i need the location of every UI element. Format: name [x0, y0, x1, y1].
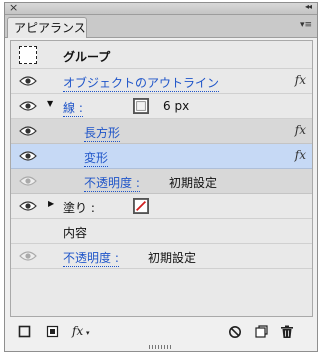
tab-appearance[interactable]: アピアランス [7, 17, 87, 38]
stroke-swatch-icon[interactable] [133, 98, 149, 114]
outline-effect-row[interactable]: オブジェクトのアウトライン fx [11, 69, 312, 94]
disclosure-triangle-icon[interactable]: ▶ [48, 199, 54, 208]
panel-title-strip: × ◂◂ [5, 1, 317, 15]
eye-icon-disabled[interactable] [19, 250, 37, 262]
outline-effect-link[interactable]: オブジェクトのアウトライン [63, 74, 220, 92]
group-thumbnail [19, 46, 37, 64]
trash-icon[interactable] [280, 325, 294, 339]
appearance-panel: × ◂◂ アピアランス ▾≡ グループ オブジェクトのアウトライン fx ▼ 線… [4, 1, 318, 352]
new-stroke-icon[interactable] [18, 325, 32, 339]
appearance-list: グループ オブジェクトのアウトライン fx ▼ 線 : 6 px 長方形 fx … [10, 40, 313, 317]
opacity-value: 初期設定 [148, 251, 197, 265]
content-row[interactable]: 内容 [11, 219, 312, 244]
eye-icon[interactable] [19, 100, 37, 112]
stroke-weight-value[interactable]: 6 px [163, 99, 189, 113]
fx-menu-icon[interactable]: fx [72, 324, 83, 338]
content-label: 内容 [63, 226, 88, 240]
rectangle-effect-link[interactable]: 長方形 [84, 124, 121, 142]
clear-appearance-icon[interactable] [228, 325, 242, 339]
panel-footer-toolbar: fx ▾ [10, 323, 313, 343]
panel-tab-bar: アピアランス ▾≡ [5, 15, 317, 38]
resize-grip[interactable] [149, 345, 173, 349]
fill-label: 塗り : [63, 201, 95, 215]
collapse-panel-button[interactable]: ◂◂ [305, 2, 312, 11]
eye-icon[interactable] [19, 75, 37, 87]
eye-icon-disabled[interactable] [19, 175, 37, 187]
opacity-row[interactable]: 不透明度 : 初期設定 [11, 244, 312, 269]
stroke-link[interactable]: 線 : [63, 99, 83, 117]
new-fill-icon[interactable] [46, 325, 60, 339]
fill-none-swatch-icon[interactable] [133, 198, 149, 214]
group-label: グループ [63, 50, 111, 64]
duplicate-item-icon[interactable] [254, 325, 268, 339]
fx-icon: fx [294, 148, 306, 162]
transform-effect-row[interactable]: 変形 fx [11, 144, 312, 169]
eye-icon[interactable] [19, 200, 37, 212]
eye-icon[interactable] [19, 150, 37, 162]
stroke-opacity-link[interactable]: 不透明度 : [84, 174, 140, 192]
rectangle-effect-row[interactable]: 長方形 fx [11, 119, 312, 144]
eye-icon[interactable] [19, 125, 37, 137]
disclosure-triangle-icon[interactable]: ▼ [47, 99, 53, 108]
fx-icon: fx [294, 73, 306, 87]
stroke-opacity-value: 初期設定 [169, 176, 218, 190]
opacity-link[interactable]: 不透明度 : [63, 249, 119, 267]
fx-icon: fx [294, 123, 306, 137]
group-row[interactable]: グループ [11, 41, 312, 69]
chevron-down-icon[interactable]: ▾ [86, 329, 90, 337]
stroke-opacity-row[interactable]: 不透明度 : 初期設定 [11, 169, 312, 194]
fill-row[interactable]: ▶ 塗り : [11, 194, 312, 219]
panel-menu-button[interactable]: ▾≡ [300, 20, 312, 30]
close-panel-button[interactable]: × [9, 1, 18, 15]
transform-effect-link[interactable]: 変形 [84, 149, 109, 167]
stroke-row[interactable]: ▼ 線 : 6 px [11, 94, 312, 119]
